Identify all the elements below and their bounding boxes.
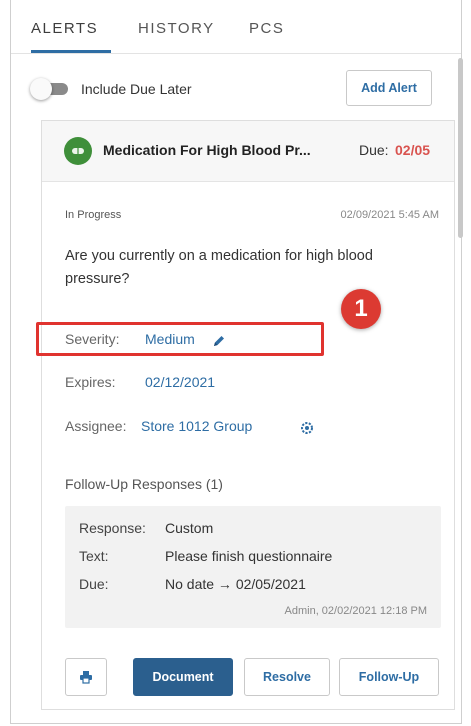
due-label: Due: [359, 142, 389, 158]
alert-timestamp: 02/09/2021 5:45 AM [340, 209, 439, 221]
assignee-value[interactable]: Store 1012 Group [141, 418, 252, 434]
medication-icon [64, 137, 92, 165]
callout-badge: 1 [341, 289, 381, 329]
response-due-value: No date → 02/05/2021 [165, 576, 306, 592]
assignee-label: Assignee: [65, 418, 127, 434]
response-meta: Admin, 02/02/2021 12:18 PM [284, 605, 427, 617]
include-due-later-toggle[interactable] [30, 78, 68, 100]
followup-responses-title: Follow-Up Responses (1) [65, 476, 223, 492]
text-label: Text: [79, 548, 109, 564]
expires-label: Expires: [65, 374, 116, 390]
tab-bar: ALERTS HISTORY PCS [11, 0, 461, 54]
gear-icon[interactable] [300, 421, 314, 435]
alert-title: Medication For High Blood Pr... [103, 142, 311, 158]
resolve-button[interactable]: Resolve [244, 658, 330, 696]
severity-highlight-box [36, 322, 324, 356]
response-value: Custom [165, 520, 214, 536]
tabs-divider [11, 53, 461, 54]
expires-value: 02/12/2021 [145, 374, 216, 390]
print-button[interactable] [65, 658, 107, 696]
printer-icon [80, 671, 92, 684]
scrollbar[interactable] [458, 58, 463, 238]
response-due-label: Due: [79, 576, 109, 592]
follow-up-button[interactable]: Follow-Up [339, 658, 439, 696]
add-alert-button[interactable]: Add Alert [346, 70, 432, 106]
due-date: 02/05 [395, 142, 431, 158]
alerts-panel: ALERTS HISTORY PCS Include Due Later Add… [10, 0, 463, 724]
document-button[interactable]: Document [133, 658, 233, 696]
tab-alerts[interactable]: ALERTS [31, 20, 98, 37]
alert-card-header[interactable]: Medication For High Blood Pr... Due: 02/… [42, 121, 454, 182]
text-value: Please finish questionnaire [165, 548, 333, 564]
response-label: Response: [79, 520, 146, 536]
tab-history[interactable]: HISTORY [138, 20, 215, 37]
followup-response-box: Response: Custom Text: Please finish que… [65, 506, 441, 628]
tab-pcs[interactable]: PCS [249, 20, 284, 37]
alert-card: Medication For High Blood Pr... Due: 02/… [36, 120, 455, 710]
include-due-later-label: Include Due Later [81, 81, 192, 97]
status-text: In Progress [65, 209, 122, 221]
alert-question: Are you currently on a medication for hi… [65, 248, 373, 287]
toggle-thumb [30, 78, 52, 100]
